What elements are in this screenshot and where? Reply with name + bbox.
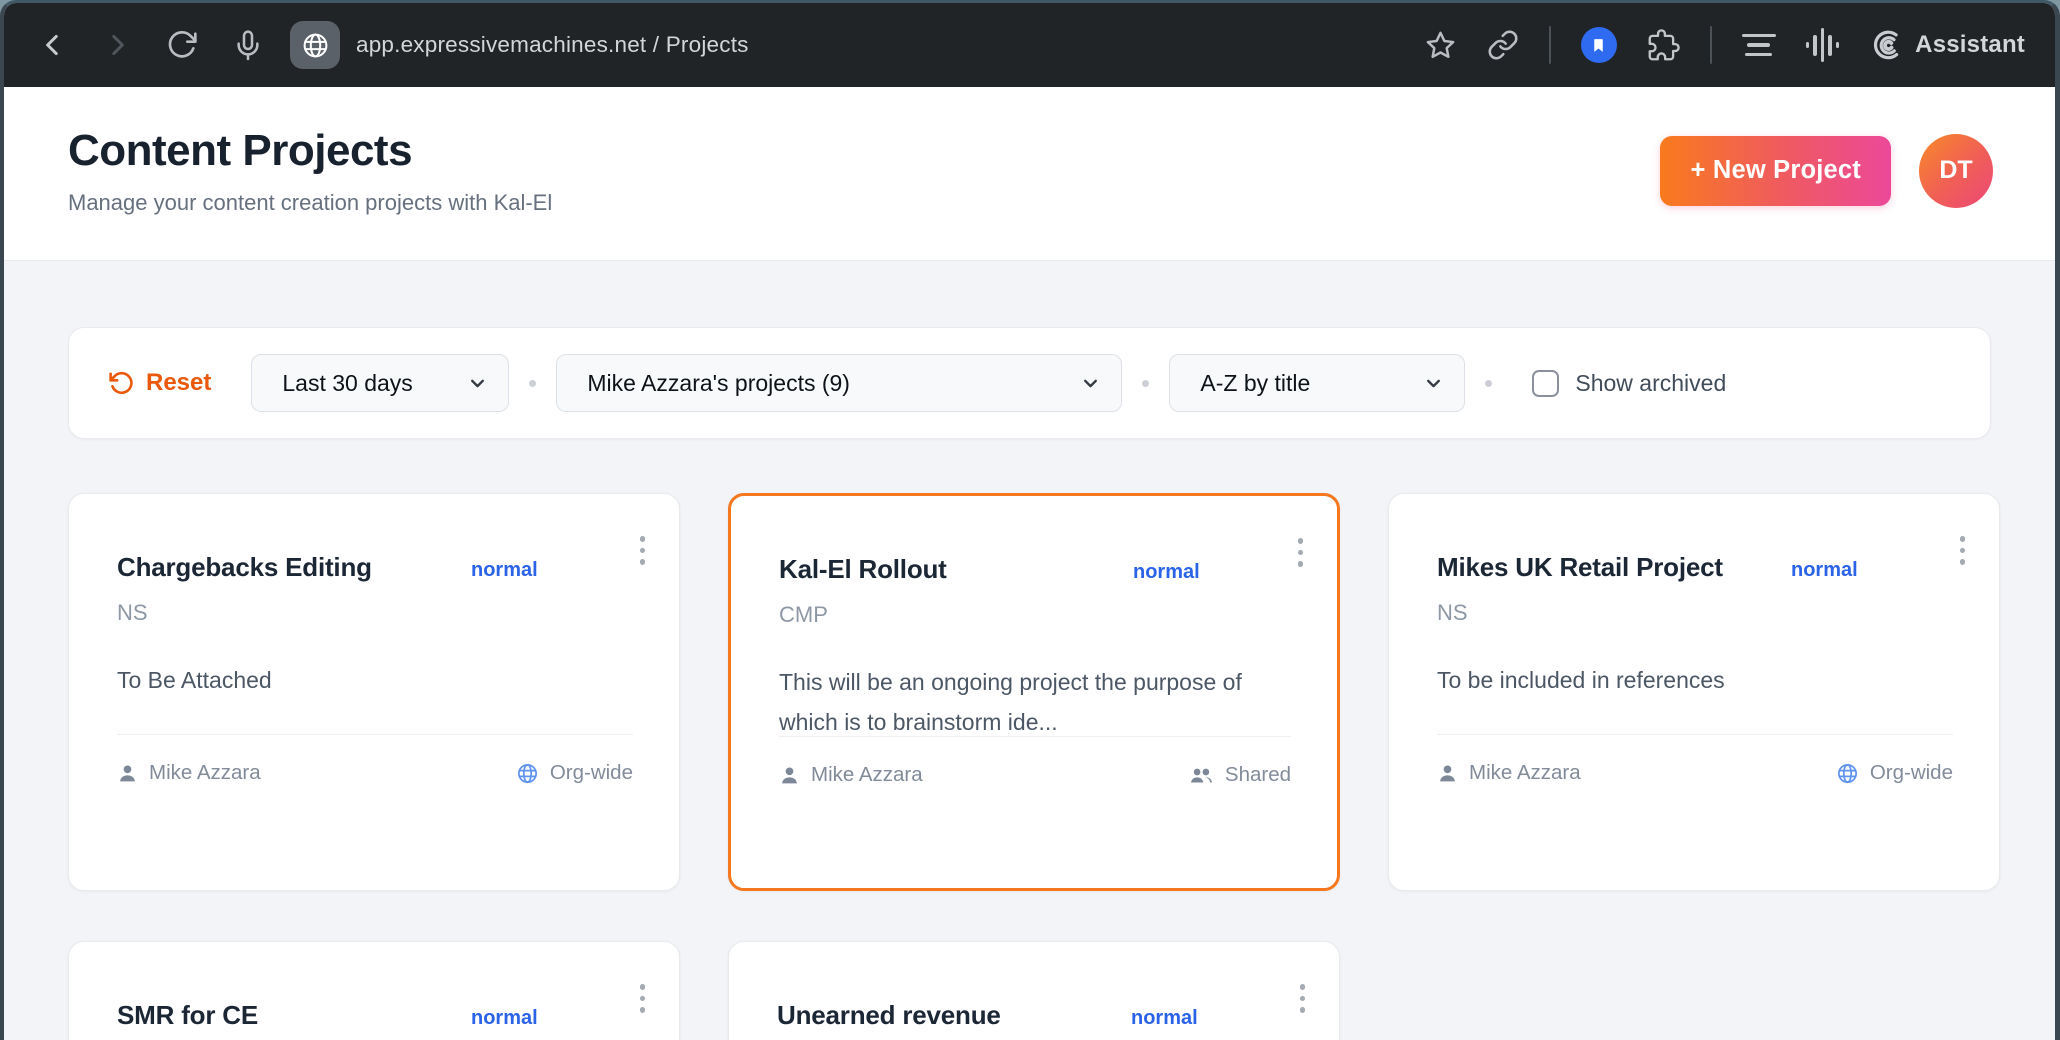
card-menu-button[interactable] (1294, 534, 1308, 571)
reading-list-icon[interactable] (1742, 34, 1776, 57)
dot-separator (529, 380, 536, 387)
main-content: Reset Last 30 days Mike Azzara's project… (4, 261, 2055, 1040)
project-visibility: Shared (1225, 763, 1291, 787)
project-title: Unearned revenue (777, 996, 1131, 1034)
project-card[interactable]: Chargebacks Editing normal NS To Be Atta… (68, 493, 680, 891)
mic-icon[interactable] (232, 29, 264, 61)
project-card-selected[interactable]: Kal-El Rollout normal CMP This will be a… (728, 493, 1340, 891)
project-title: Kal-El Rollout (779, 550, 1133, 588)
sort-dropdown[interactable]: A-Z by title (1169, 354, 1465, 412)
status-badge: normal (471, 559, 538, 582)
project-title: Chargebacks Editing (117, 548, 471, 586)
person-icon (1437, 763, 1458, 784)
new-project-button[interactable]: + New Project (1660, 136, 1891, 206)
chevron-down-icon (1080, 373, 1101, 394)
toolbar-divider (1549, 26, 1551, 64)
status-badge: normal (1791, 559, 1858, 582)
chevron-down-icon (1423, 373, 1444, 394)
show-archived-checkbox[interactable] (1532, 370, 1559, 397)
person-icon (779, 765, 800, 786)
globe-icon (1836, 762, 1859, 785)
projects-grid: Chargebacks Editing normal NS To Be Atta… (68, 493, 1991, 1040)
browser-window: app.expressivemachines.net / Projects (0, 0, 2060, 1040)
bookmark-button[interactable] (1581, 27, 1617, 63)
project-card[interactable]: Unearned revenue normal (728, 941, 1340, 1040)
project-title: Mikes UK Retail Project (1437, 548, 1791, 586)
project-card[interactable]: Mikes UK Retail Project normal NS To be … (1388, 493, 2000, 891)
reset-filters-button[interactable]: Reset (109, 369, 211, 397)
card-menu-button[interactable] (636, 980, 650, 1017)
user-avatar[interactable]: DT (1919, 134, 1993, 208)
refresh-icon[interactable] (166, 29, 198, 61)
page-header: Content Projects Manage your content cre… (4, 87, 2055, 261)
globe-icon (301, 31, 330, 60)
project-subtitle: CMP (779, 602, 1291, 628)
project-subtitle: NS (1437, 600, 1953, 626)
project-title: SMR for CE (117, 996, 471, 1034)
link-icon[interactable] (1487, 29, 1519, 61)
comet-swirl-icon (1869, 28, 1903, 62)
project-owner: Mike Azzara (149, 761, 261, 785)
status-badge: normal (1133, 561, 1200, 584)
star-icon[interactable] (1424, 29, 1457, 62)
page-title: Content Projects (68, 126, 552, 176)
project-owner: Mike Azzara (1469, 761, 1581, 785)
toolbar-divider (1710, 26, 1712, 64)
card-divider (117, 734, 633, 735)
rotate-ccw-icon (109, 370, 135, 396)
owner-filter-dropdown[interactable]: Mike Azzara's projects (9) (556, 354, 1122, 412)
people-icon (1189, 765, 1214, 786)
bookmark-icon (1590, 37, 1607, 54)
project-description: To Be Attached (117, 660, 633, 700)
address-bar[interactable]: app.expressivemachines.net / Projects (356, 32, 749, 58)
puzzle-extensions-icon[interactable] (1647, 29, 1680, 62)
card-divider (779, 736, 1291, 737)
back-icon[interactable] (38, 30, 68, 60)
browser-toolbar: app.expressivemachines.net / Projects (4, 3, 2055, 87)
page-subtitle: Manage your content creation projects wi… (68, 190, 552, 216)
project-description: This will be an ongoing project the purp… (779, 662, 1291, 742)
project-visibility: Org-wide (550, 761, 633, 785)
project-subtitle: NS (117, 600, 633, 626)
person-icon (117, 763, 138, 784)
status-badge: normal (471, 1007, 538, 1030)
card-divider (1437, 734, 1953, 735)
filter-bar: Reset Last 30 days Mike Azzara's project… (68, 327, 1991, 439)
dot-separator (1485, 380, 1492, 387)
card-menu-button[interactable] (1956, 532, 1970, 569)
globe-icon (516, 762, 539, 785)
card-menu-button[interactable] (636, 532, 650, 569)
assistant-button[interactable]: Assistant (1869, 28, 2025, 62)
assistant-label: Assistant (1915, 31, 2025, 59)
project-description: To be included in references (1437, 660, 1953, 700)
voice-wave-icon[interactable] (1806, 28, 1840, 62)
status-badge: normal (1131, 1007, 1198, 1030)
show-archived-label: Show archived (1575, 370, 1726, 397)
project-visibility: Org-wide (1870, 761, 1953, 785)
chevron-down-icon (467, 373, 488, 394)
date-range-dropdown[interactable]: Last 30 days (251, 354, 509, 412)
forward-icon[interactable] (102, 30, 132, 60)
reset-label: Reset (146, 369, 211, 397)
project-card[interactable]: SMR for CE normal (68, 941, 680, 1040)
project-owner: Mike Azzara (811, 763, 923, 787)
dot-separator (1142, 380, 1149, 387)
card-menu-button[interactable] (1296, 980, 1310, 1017)
site-globe-badge[interactable] (290, 21, 340, 69)
